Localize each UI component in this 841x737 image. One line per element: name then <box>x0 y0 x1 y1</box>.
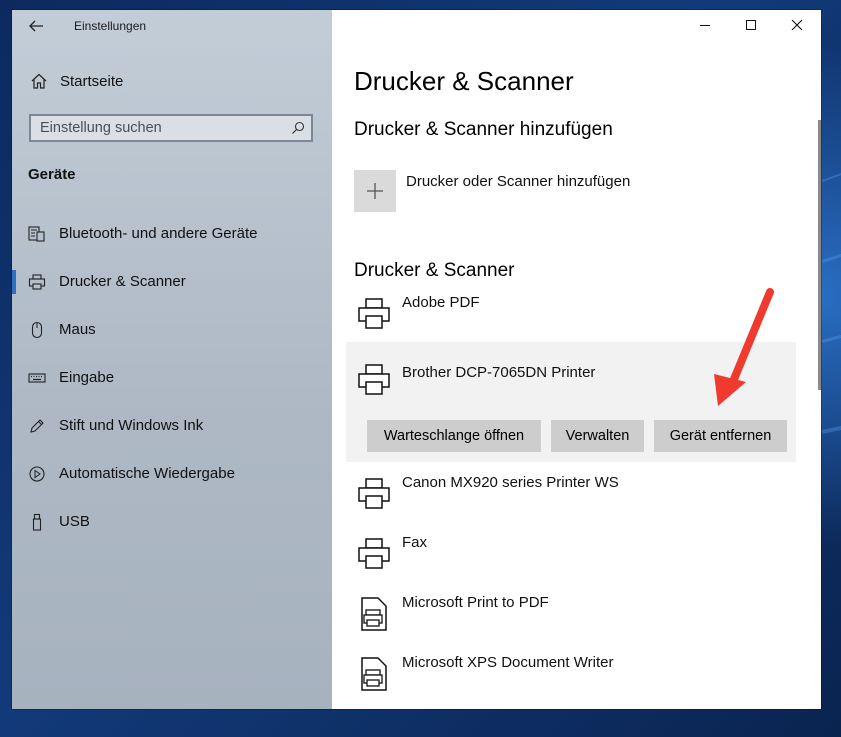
search-box[interactable] <box>29 114 313 142</box>
minimize-icon <box>700 25 710 26</box>
sidebar-item-autoplay[interactable]: Automatische Wiedergabe <box>12 454 332 494</box>
sidebar-item-label: Bluetooth- und andere Geräte <box>59 225 258 242</box>
home-label: Startseite <box>60 73 124 90</box>
device-name: Brother DCP-7065DN Printer <box>402 364 596 381</box>
printer-icon <box>356 362 392 398</box>
maximize-button[interactable] <box>729 10 775 42</box>
remove-device-button[interactable]: Gerät entfernen <box>654 420 787 452</box>
wallpaper-streak <box>822 247 841 263</box>
manage-button[interactable]: Verwalten <box>551 420 644 452</box>
wallpaper-streak <box>822 329 841 343</box>
document-printer-icon <box>356 596 392 632</box>
bluetooth-devices-icon <box>28 225 46 243</box>
settings-window: Einstellungen Startseite Geräte Bluetoot… <box>12 10 821 709</box>
sidebar-item-pen[interactable]: Stift und Windows Ink <box>12 406 332 446</box>
annotation-arrow-icon <box>714 288 774 406</box>
device-item-canon[interactable]: Canon MX920 series Printer WS <box>346 472 796 528</box>
mouse-icon <box>28 321 46 339</box>
sidebar: Einstellungen Startseite Geräte Bluetoot… <box>12 10 332 709</box>
maximize-icon <box>746 20 756 30</box>
usb-icon <box>28 513 46 531</box>
keyboard-icon <box>28 369 46 387</box>
list-section-heading: Drucker & Scanner <box>354 260 515 281</box>
minimize-button[interactable] <box>683 10 729 42</box>
add-tile <box>354 170 396 212</box>
sidebar-item-label: Maus <box>59 321 96 338</box>
close-icon <box>791 19 803 31</box>
device-name: Microsoft Print to PDF <box>402 594 549 611</box>
wallpaper-streak <box>822 166 841 182</box>
sidebar-item-label: Drucker & Scanner <box>59 273 186 290</box>
sidebar-item-label: USB <box>59 513 90 530</box>
sidebar-item-printers[interactable]: Drucker & Scanner <box>12 262 332 302</box>
autoplay-icon <box>28 465 46 483</box>
search-input[interactable] <box>31 116 280 140</box>
device-item-xps-writer[interactable]: Microsoft XPS Document Writer <box>346 652 796 708</box>
search-icon[interactable] <box>291 121 305 135</box>
document-printer-icon <box>356 656 392 692</box>
page-title: Drucker & Scanner <box>354 66 574 96</box>
device-item-fax[interactable]: Fax <box>346 532 796 588</box>
home-icon <box>30 72 48 90</box>
scrollbar[interactable] <box>818 120 821 390</box>
sidebar-item-bluetooth[interactable]: Bluetooth- und andere Geräte <box>12 214 332 254</box>
open-queue-button[interactable]: Warteschlange öffnen <box>367 420 541 452</box>
device-name: Fax <box>402 534 428 551</box>
sidebar-item-home[interactable]: Startseite <box>12 66 332 98</box>
device-name: Microsoft XPS Document Writer <box>402 654 614 671</box>
title-bar: Einstellungen <box>12 10 332 42</box>
close-button[interactable] <box>775 10 821 42</box>
device-name: Adobe PDF <box>402 294 480 311</box>
app-title: Einstellungen <box>74 19 147 33</box>
sidebar-item-mouse[interactable]: Maus <box>12 310 332 350</box>
sidebar-item-input[interactable]: Eingabe <box>12 358 332 398</box>
sidebar-item-label: Stift und Windows Ink <box>59 417 204 434</box>
printer-icon <box>356 476 392 512</box>
device-name: Canon MX920 series Printer WS <box>402 474 619 491</box>
plus-icon <box>367 183 383 199</box>
device-item-print-to-pdf[interactable]: Microsoft Print to PDF <box>346 592 796 648</box>
sidebar-item-usb[interactable]: USB <box>12 502 332 542</box>
printer-icon <box>356 296 392 332</box>
sidebar-item-label: Eingabe <box>59 369 115 386</box>
back-arrow-icon[interactable] <box>26 16 46 36</box>
section-label: Geräte <box>28 166 76 183</box>
pen-icon <box>28 417 46 435</box>
add-section-heading: Drucker & Scanner hinzufügen <box>354 119 613 140</box>
printer-icon <box>356 536 392 572</box>
add-printer-label: Drucker oder Scanner hinzufügen <box>406 173 631 190</box>
sidebar-item-label: Automatische Wiedergabe <box>59 465 235 482</box>
printer-icon <box>28 273 46 291</box>
add-printer-button[interactable]: Drucker oder Scanner hinzufügen <box>354 170 784 212</box>
wallpaper-streak <box>822 421 841 434</box>
